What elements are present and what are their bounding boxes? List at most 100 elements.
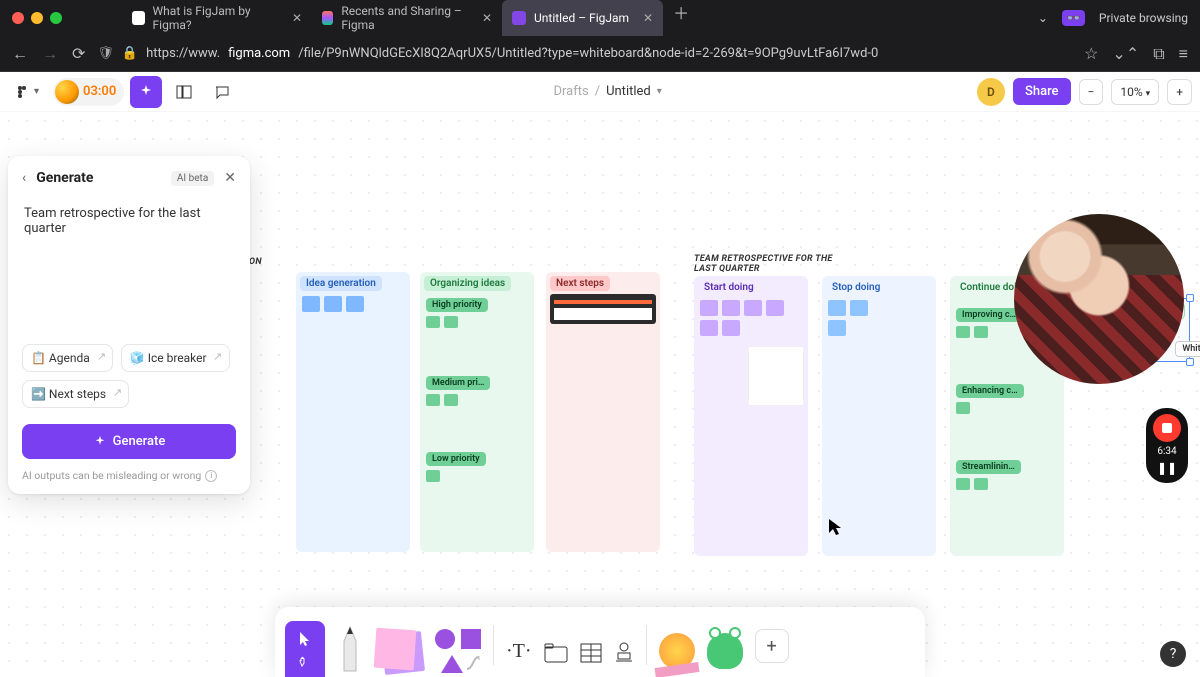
board-start-doing[interactable]: Start doing: [694, 276, 808, 556]
priority-chip[interactable]: Medium pri…: [426, 376, 490, 390]
sticky-note[interactable]: [324, 296, 342, 312]
suggestion-next-steps[interactable]: ➡️ Next steps: [22, 380, 129, 408]
new-tab-button[interactable]: ＋: [663, 0, 699, 36]
close-icon[interactable]: ✕: [643, 11, 653, 25]
suggestion-ice-breaker[interactable]: 🧊 Ice breaker: [121, 344, 230, 372]
sticky-tool[interactable]: [375, 629, 423, 677]
user-avatar[interactable]: D: [977, 78, 1005, 106]
close-icon[interactable]: ✕: [224, 170, 236, 186]
sticker-washi[interactable]: [659, 633, 695, 677]
close-window-icon[interactable]: [12, 12, 24, 24]
pause-icon[interactable]: ❚❚: [1157, 461, 1177, 475]
breadcrumb[interactable]: Drafts / Untitled ▾: [246, 84, 969, 99]
layout-grid-button[interactable]: [168, 78, 200, 106]
board-idea-generation[interactable]: Idea generation: [296, 272, 410, 552]
section-icon: [544, 643, 568, 663]
shield-icon: 🛡: [97, 46, 114, 61]
comments-button[interactable]: [206, 78, 238, 106]
priority-chip[interactable]: Low priority: [426, 452, 486, 466]
sticky-note[interactable]: [722, 300, 740, 316]
section-caption: ON: [249, 257, 262, 267]
menu-icon[interactable]: ≡: [1179, 44, 1188, 64]
tab-figma-recents[interactable]: Recents and Sharing – Figma ✕: [312, 0, 502, 36]
main-menu-button[interactable]: ▾: [8, 79, 47, 105]
close-icon[interactable]: ✕: [482, 11, 492, 25]
back-icon[interactable]: ‹: [22, 170, 26, 186]
sticky-note[interactable]: [700, 300, 718, 316]
more-tools-button[interactable]: +: [755, 629, 789, 677]
zoom-out-button[interactable]: −: [1079, 79, 1104, 105]
sticky-note[interactable]: [426, 316, 440, 328]
lock-icon: 🔒: [122, 46, 138, 61]
extensions-icon[interactable]: ⧉: [1153, 44, 1164, 64]
board-organizing-ideas[interactable]: Organizing ideas High priority Medium pr…: [420, 272, 534, 552]
pen-tool[interactable]: [337, 625, 363, 677]
reload-icon[interactable]: ⟳: [72, 44, 85, 64]
timer-value: 03:00: [83, 84, 116, 99]
sticky-note[interactable]: [744, 300, 762, 316]
maximize-window-icon[interactable]: [50, 12, 62, 24]
tab-label: What is FigJam by Figma?: [153, 4, 278, 32]
pointer-icon: [298, 631, 312, 647]
suggestion-agenda[interactable]: 📋 Agenda: [22, 344, 113, 372]
stop-recording-button[interactable]: [1153, 414, 1181, 442]
ai-sparkle-button[interactable]: [130, 76, 162, 108]
zoom-in-button[interactable]: +: [1167, 79, 1192, 105]
sticky-note[interactable]: [426, 470, 440, 482]
tab-figjam-info[interactable]: What is FigJam by Figma? ✕: [122, 0, 312, 36]
share-button[interactable]: Share: [1013, 78, 1071, 105]
sticky-note[interactable]: [346, 296, 364, 312]
retro-chip[interactable]: Streamlinin…: [956, 460, 1021, 474]
app-toolbar: ▾ 03:00 Drafts / Untitled ▾ D Share: [0, 72, 1200, 112]
select-tool[interactable]: [285, 621, 325, 677]
sticker-frog[interactable]: [707, 633, 743, 677]
zoom-level[interactable]: 10% ▾: [1111, 79, 1159, 105]
priority-chip[interactable]: High priority: [426, 298, 488, 312]
sticky-note[interactable]: [956, 402, 970, 414]
sticky-note[interactable]: [444, 394, 458, 406]
sticky-note[interactable]: [956, 478, 970, 490]
chevron-down-icon[interactable]: ⌄: [1038, 11, 1048, 25]
private-browsing-label: Private browsing: [1099, 11, 1188, 25]
selected-chip[interactable]: White…: [1175, 341, 1200, 357]
retro-chip[interactable]: Enhancing c…: [956, 384, 1024, 398]
pocket-icon[interactable]: ⌄⌃: [1112, 44, 1139, 64]
sticky-note[interactable]: [722, 320, 740, 336]
text-tool[interactable]: ·T·: [506, 640, 532, 677]
presenter-video[interactable]: [1014, 214, 1184, 384]
board-stop-doing[interactable]: Stop doing: [822, 276, 936, 556]
section-tool[interactable]: [544, 643, 568, 677]
sticky-note[interactable]: [850, 300, 868, 316]
sticky-note[interactable]: [444, 316, 458, 328]
bookmark-icon[interactable]: ☆: [1084, 44, 1098, 64]
sticky-note[interactable]: [700, 320, 718, 336]
sticky-note[interactable]: [974, 478, 988, 490]
embedded-table[interactable]: [550, 294, 656, 324]
help-button[interactable]: ?: [1160, 641, 1186, 667]
generate-button[interactable]: Generate: [22, 424, 236, 459]
back-icon[interactable]: ←: [12, 44, 28, 64]
sticky-note[interactable]: [766, 300, 784, 316]
shape-tool[interactable]: [435, 627, 481, 677]
sticky-note[interactable]: [956, 326, 970, 338]
sticky-note[interactable]: [302, 296, 320, 312]
tab-figjam-untitled[interactable]: Untitled – FigJam ✕: [502, 0, 663, 36]
timer-chip[interactable]: 03:00: [53, 78, 124, 106]
sticky-note[interactable]: [974, 326, 988, 338]
sticky-note[interactable]: [426, 394, 440, 406]
minimize-window-icon[interactable]: [31, 12, 43, 24]
stamp-tool[interactable]: [614, 641, 634, 677]
retro-chip[interactable]: Improving c…: [956, 308, 1022, 322]
prompt-textarea[interactable]: Team retrospective for the last quarter: [22, 200, 236, 310]
close-icon[interactable]: ✕: [292, 11, 302, 25]
recording-time: 6:34: [1157, 446, 1176, 457]
address-bar[interactable]: 🛡 🔒 https://www.figma.com/file/P9nWNQldG…: [97, 46, 1072, 61]
sticky-note[interactable]: [828, 320, 846, 336]
breadcrumb-sep: /: [595, 84, 600, 99]
board-next-steps[interactable]: Next steps: [546, 272, 660, 552]
info-icon[interactable]: i: [205, 470, 217, 482]
sticky-note[interactable]: [828, 300, 846, 316]
text-block[interactable]: [748, 346, 804, 406]
table-tool[interactable]: [580, 643, 602, 677]
url-domain: figma.com: [228, 46, 290, 61]
